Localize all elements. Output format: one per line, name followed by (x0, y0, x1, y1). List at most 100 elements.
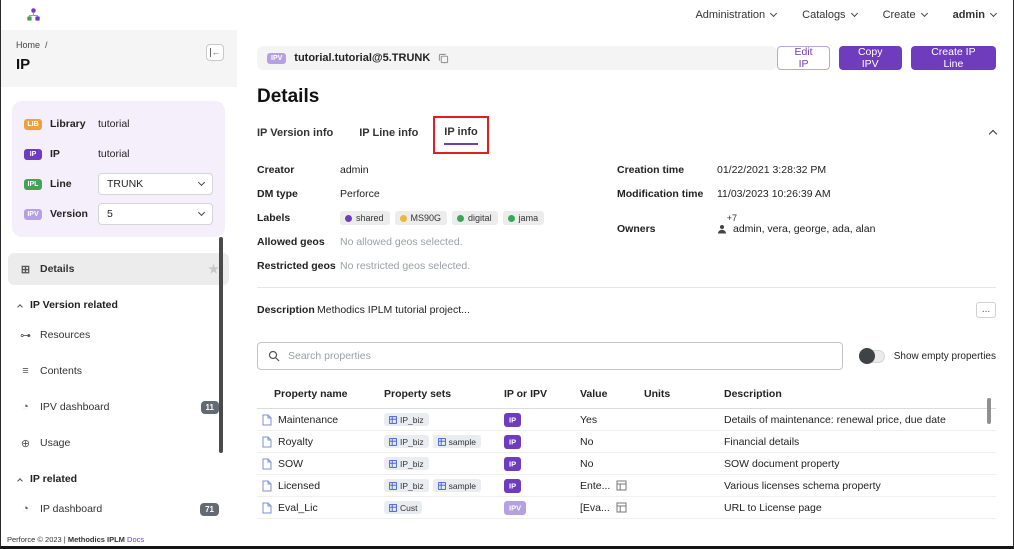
chevron-up-icon (17, 304, 23, 310)
grid-icon (389, 504, 397, 512)
grid-icon (389, 460, 397, 468)
sidebar-item-ip-dashboard[interactable]: ◔ IP dashboard 71 (8, 493, 229, 525)
property-set-chip: Cust (384, 501, 422, 514)
version-select[interactable]: 5 (98, 203, 213, 225)
copy-ipv-button[interactable]: Copy IPV (839, 46, 902, 70)
scope-badge: IP (504, 435, 521, 449)
sidebar-section-ip-related[interactable]: IP related (8, 463, 229, 493)
description-value: Methodics IPLM tutorial project... (317, 304, 470, 316)
sidebar-section-ip-version-related[interactable]: IP Version related (8, 289, 229, 319)
sidebar-item-contents[interactable]: ≡ Contents (8, 355, 229, 387)
property-name: Licensed (278, 480, 320, 492)
properties-table: Property name Property sets IP or IPV Va… (257, 388, 996, 519)
sidebar-scrollbar[interactable] (219, 237, 223, 453)
property-set-chip: IP_biz (384, 457, 429, 470)
count-badge: 11 (201, 401, 219, 414)
sidebar-item-details[interactable]: ⊞ Details ★ (8, 253, 229, 285)
details-title: Details (257, 86, 996, 108)
ipv-badge: IPV (267, 53, 286, 64)
collapse-section-button[interactable] (990, 124, 996, 142)
sidebar-item-resources[interactable]: ⊶ Resources (8, 319, 229, 351)
document-icon (262, 436, 272, 448)
donut-chart-icon: ◔ (18, 401, 33, 413)
show-empty-properties-toggle[interactable] (859, 350, 885, 363)
tab-ip-version-info[interactable]: IP Version info (257, 121, 333, 145)
sidebar-item-usage[interactable]: ⊕ Usage (8, 427, 229, 459)
table-row-eval-lic[interactable]: Eval_Lic Cust IPV [Eva... URL to License… (257, 497, 996, 519)
search-properties-input[interactable] (288, 350, 832, 362)
label-chip: digital (452, 211, 498, 225)
scope-badge: IP (504, 479, 521, 493)
chevron-down-icon (990, 10, 997, 17)
copy-icon[interactable] (438, 53, 449, 64)
chevron-down-icon (851, 10, 858, 17)
ipl-badge: IPL (24, 179, 42, 190)
toggle-knob (859, 348, 875, 364)
field-restricted-geos: Restricted geosNo restricted geos select… (257, 259, 617, 273)
chevron-down-icon (198, 179, 205, 186)
grid-icon (389, 482, 397, 490)
form-icon[interactable] (616, 480, 627, 491)
sidebar-item-ipv-dashboard[interactable]: ◔ IPV dashboard 11 (8, 391, 229, 423)
footer: Perforce © 2023 | Methodics IPLM Docs (7, 535, 144, 544)
table-row-royalty[interactable]: Royalty IP_bizsample IP No Financial det… (257, 431, 996, 453)
lib-badge: LIB (24, 119, 42, 130)
grid-icon (389, 416, 397, 424)
line-select[interactable]: TRUNK (98, 173, 213, 195)
document-icon (262, 480, 272, 492)
label-chip: jama (503, 211, 545, 225)
property-description: URL to License page (724, 502, 996, 514)
field-modification-time: Modification time11/03/2023 10:26:39 AM (617, 187, 996, 201)
context-row-ip: IP IP tutorial (24, 143, 213, 165)
ipv-header-row: IPV tutorial.tutorial@5.TRUNK Edit IP Co… (257, 46, 996, 70)
document-icon (262, 502, 272, 514)
edit-ip-button[interactable]: Edit IP (777, 46, 829, 70)
label-color-dot (345, 215, 352, 222)
field-dm-type: DM typePerforce (257, 187, 617, 201)
form-icon[interactable] (616, 502, 627, 513)
star-icon[interactable]: ★ (208, 262, 219, 276)
search-box[interactable] (257, 342, 843, 370)
topbar-menu-catalogs[interactable]: Catalogs (802, 9, 856, 21)
context-row-library: LIB Library tutorial (24, 113, 213, 135)
topbar-menu-create[interactable]: Create (883, 9, 927, 21)
breadcrumb[interactable]: Home / (16, 40, 221, 50)
person-icon (717, 224, 727, 234)
table-scrollbar[interactable] (987, 398, 991, 424)
tab-ip-line-info[interactable]: IP Line info (359, 121, 418, 145)
property-set-chip: IP_biz (384, 479, 429, 492)
sidebar-collapse-button[interactable]: ← (206, 44, 224, 61)
search-icon (268, 350, 280, 362)
context-card: LIB Library tutorial IP IP tutorial IPL … (12, 101, 225, 237)
description-row: Description Methodics IPLM tutorial proj… (257, 302, 996, 318)
scope-badge: IP (504, 457, 521, 471)
description-more-button[interactable]: ... (976, 302, 996, 318)
page-title-ip: IP (16, 56, 221, 73)
table-row-sow[interactable]: SOW IP_biz IP No SOW document property (257, 453, 996, 475)
docs-link[interactable]: Docs (127, 535, 144, 544)
property-set-chip: IP_biz (384, 435, 429, 448)
share-icon: ⊶ (18, 329, 33, 342)
ipv-title: tutorial.tutorial@5.TRUNK (294, 52, 430, 64)
donut-chart-icon: ◔ (18, 503, 33, 515)
sidebar: Home / IP ← LIB Library tutorial IP IP t… (0, 30, 237, 549)
property-description: Financial details (724, 436, 996, 448)
property-value: No (580, 458, 593, 470)
field-creation-time: Creation time01/22/2021 3:28:32 PM (617, 163, 996, 177)
property-name: SOW (278, 458, 303, 470)
label-color-dot (400, 215, 407, 222)
property-description: SOW document property (724, 458, 996, 470)
topbar-menu-administration[interactable]: Administration (695, 9, 776, 21)
property-sets-cell: Cust (384, 501, 504, 514)
topbar-menu-admin-user[interactable]: admin (953, 9, 996, 21)
property-sets-cell: IP_bizsample (384, 479, 504, 492)
tab-ip-info[interactable]: IP info (444, 120, 477, 145)
sidebar-header: Home / IP ← (0, 30, 237, 87)
create-ip-line-button[interactable]: Create IP Line (911, 46, 996, 70)
properties-toolbar: Show empty properties (257, 342, 996, 370)
grid-icon (438, 482, 446, 490)
table-row-licensed[interactable]: Licensed IP_bizsample IP Ente... Various… (257, 475, 996, 497)
property-value: Ente... (580, 480, 610, 492)
labels-overflow-count[interactable]: +7 (727, 213, 737, 223)
table-row-maintenance[interactable]: Maintenance IP_biz IP Yes Details of mai… (257, 409, 996, 431)
